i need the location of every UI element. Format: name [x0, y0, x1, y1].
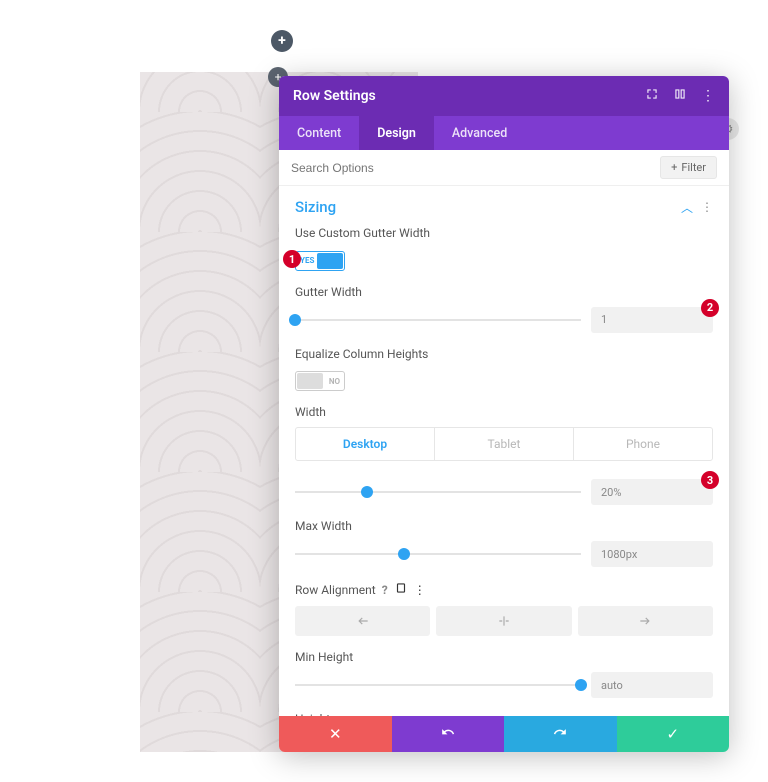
- modal-footer: ✕ ✓: [279, 716, 729, 752]
- value-min-height[interactable]: auto: [591, 672, 713, 698]
- expand-icon[interactable]: [645, 87, 659, 105]
- align-right[interactable]: [578, 606, 713, 636]
- slider-thumb[interactable]: [289, 314, 301, 326]
- label-height: Height: [295, 712, 713, 716]
- label-row-alignment: Row Alignment ? ⋮: [295, 581, 713, 598]
- responsive-icon[interactable]: [394, 581, 408, 598]
- label-width: Width: [295, 405, 713, 419]
- label-max-width: Max Width: [295, 519, 713, 533]
- modal-header[interactable]: Row Settings ⋮: [279, 76, 729, 116]
- chevron-up-icon[interactable]: ︿: [681, 199, 693, 216]
- search-row: + Filter: [279, 150, 729, 186]
- check-icon: ✓: [666, 725, 679, 743]
- plus-icon: +: [671, 161, 677, 174]
- toggle-custom-gutter[interactable]: YES: [295, 251, 345, 271]
- filter-button[interactable]: + Filter: [660, 156, 717, 179]
- value-max-width[interactable]: 1080px: [591, 541, 713, 567]
- field-custom-gutter: Use Custom Gutter Width 1 YES: [295, 226, 713, 271]
- field-min-height: Min Height auto: [295, 650, 713, 698]
- toggle-knob: [317, 253, 343, 269]
- label-custom-gutter: Use Custom Gutter Width: [295, 226, 713, 240]
- value-width[interactable]: 20%: [591, 479, 713, 505]
- annotation-badge-2: 2: [701, 299, 719, 317]
- help-icon[interactable]: ?: [382, 583, 388, 597]
- device-tab-tablet[interactable]: Tablet: [435, 428, 574, 460]
- hover-icon[interactable]: ⋮: [414, 583, 426, 597]
- value-gutter-width[interactable]: 1: [591, 307, 713, 333]
- more-icon[interactable]: ⋮: [701, 88, 715, 104]
- undo-icon: [441, 725, 455, 743]
- settings-tabs: Content Design Advanced: [279, 116, 729, 150]
- slider-thumb[interactable]: [575, 679, 587, 691]
- slider-thumb[interactable]: [398, 548, 410, 560]
- snap-icon[interactable]: [673, 87, 687, 105]
- add-module-button[interactable]: +: [271, 30, 293, 52]
- toggle-knob: [297, 373, 323, 389]
- label-equalize: Equalize Column Heights: [295, 347, 713, 361]
- section-more-icon[interactable]: ⋮: [701, 200, 713, 214]
- align-left[interactable]: [295, 606, 430, 636]
- slider-max-width[interactable]: [295, 553, 581, 555]
- slider-thumb[interactable]: [361, 486, 373, 498]
- toggle-equalize[interactable]: NO: [295, 371, 345, 391]
- undo-button[interactable]: [392, 716, 505, 752]
- filter-label: Filter: [681, 161, 706, 174]
- tab-content[interactable]: Content: [279, 116, 359, 150]
- header-icon-group: ⋮: [645, 87, 715, 105]
- search-input[interactable]: [291, 161, 652, 175]
- settings-content[interactable]: Sizing ︿ ⋮ Use Custom Gutter Width 1 YES…: [279, 186, 729, 716]
- slider-gutter-width[interactable]: [295, 319, 581, 321]
- plus-icon: +: [278, 33, 286, 49]
- slider-width[interactable]: [295, 491, 581, 493]
- field-width: Width Desktop Tablet Phone 20% 3: [295, 405, 713, 505]
- field-gutter-width: Gutter Width 1 2: [295, 285, 713, 333]
- section-title: Sizing: [295, 198, 336, 216]
- field-row-alignment: Row Alignment ? ⋮: [295, 581, 713, 636]
- slider-min-height[interactable]: [295, 684, 581, 686]
- tab-advanced[interactable]: Advanced: [434, 116, 525, 150]
- toggle-label: YES: [300, 256, 314, 265]
- field-height: Height 100vh 4: [295, 712, 713, 716]
- section-header[interactable]: Sizing ︿ ⋮: [295, 198, 713, 216]
- field-equalize: Equalize Column Heights NO: [295, 347, 713, 392]
- toggle-label: NO: [329, 377, 340, 386]
- cancel-button[interactable]: ✕: [279, 716, 392, 752]
- redo-icon: [553, 725, 567, 743]
- redo-button[interactable]: [504, 716, 617, 752]
- field-max-width: Max Width 1080px: [295, 519, 713, 567]
- modal-title: Row Settings: [293, 88, 376, 104]
- device-tab-desktop[interactable]: Desktop: [296, 428, 435, 460]
- close-icon: ✕: [329, 725, 342, 743]
- align-center[interactable]: [436, 606, 571, 636]
- save-button[interactable]: ✓: [617, 716, 730, 752]
- label-min-height: Min Height: [295, 650, 713, 664]
- device-tabs: Desktop Tablet Phone: [295, 427, 713, 461]
- row-settings-modal: Row Settings ⋮ Content Design Advanced +…: [279, 76, 729, 752]
- device-tab-phone[interactable]: Phone: [574, 428, 712, 460]
- annotation-badge-1: 1: [283, 250, 301, 268]
- annotation-badge-3: 3: [701, 471, 719, 489]
- tab-design[interactable]: Design: [359, 116, 434, 150]
- label-gutter-width: Gutter Width: [295, 285, 713, 299]
- alignment-options: [295, 606, 713, 636]
